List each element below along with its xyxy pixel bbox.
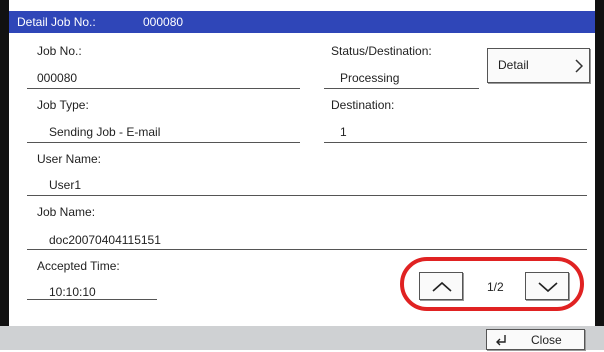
left-edge-bar (0, 0, 9, 326)
detail-button[interactable]: Detail (487, 48, 590, 83)
user-name-underline (27, 195, 587, 196)
status-label: Status/Destination: (331, 44, 432, 58)
chevron-right-icon (575, 59, 584, 78)
close-button[interactable]: Close (486, 329, 585, 350)
user-name-value: User1 (49, 178, 82, 192)
title-label: Detail Job No.: (17, 15, 96, 29)
user-name-label: User Name: (37, 152, 102, 166)
destination-value: 1 (340, 125, 347, 139)
detail-button-label: Detail (498, 58, 529, 72)
right-edge-bar (595, 0, 604, 326)
accepted-time-label: Accepted Time: (37, 259, 120, 273)
title-bar: Detail Job No.: 000080 (9, 11, 595, 33)
close-button-label: Close (531, 333, 562, 347)
job-type-underline (27, 142, 300, 143)
accepted-time-underline (27, 299, 157, 300)
status-underline (324, 88, 479, 89)
job-name-label: Job Name: (37, 205, 96, 219)
job-no-value: 000080 (37, 71, 78, 85)
job-type-label: Job Type: (37, 98, 89, 112)
status-value: Processing (340, 71, 400, 85)
title-job-number: 000080 (143, 15, 184, 29)
job-name-underline (27, 249, 587, 250)
destination-underline (324, 142, 587, 143)
destination-label: Destination: (331, 98, 395, 112)
job-detail-screen: Detail Job No.: 000080 Job No.: 000080 S… (0, 0, 604, 350)
pagination-highlight (400, 257, 584, 311)
job-type-value: Sending Job - E-mail (49, 125, 161, 139)
job-no-underline (27, 88, 300, 89)
return-arrow-icon (494, 333, 508, 352)
job-no-label: Job No.: (37, 44, 82, 58)
job-name-value: doc20070404115151 (49, 233, 161, 247)
accepted-time-value: 10:10:10 (49, 285, 96, 299)
